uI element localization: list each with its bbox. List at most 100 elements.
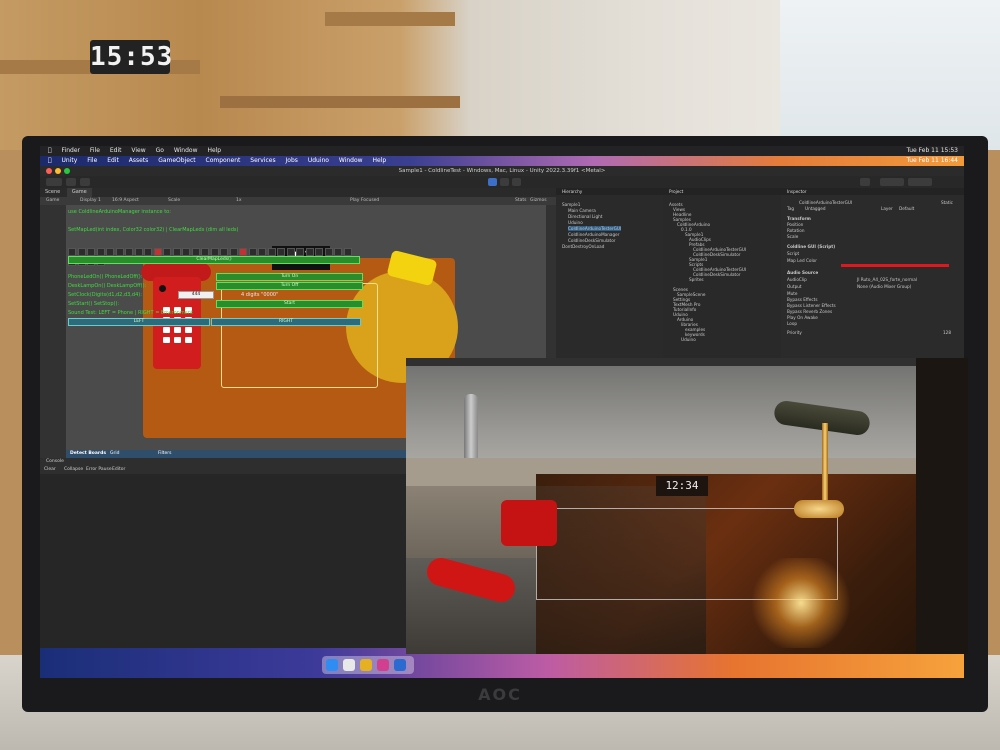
error-pause-button[interactable]: Error Pause xyxy=(86,466,112,474)
mute-toggle[interactable]: Mute xyxy=(787,291,798,296)
led-button[interactable] xyxy=(343,248,352,256)
led-button[interactable] xyxy=(144,248,152,256)
menubar-clock[interactable]: Tue Feb 11 16:44 xyxy=(906,156,958,166)
bypass-reverb-toggle[interactable]: Bypass Reverb Zones xyxy=(787,309,832,314)
led-button[interactable] xyxy=(248,248,257,256)
led-button[interactable] xyxy=(296,248,304,256)
sound-right-button[interactable]: RIGHT xyxy=(211,318,361,326)
loop-toggle[interactable]: Loop xyxy=(787,321,797,326)
project-item[interactable]: Sprites xyxy=(689,277,704,282)
led-button[interactable] xyxy=(96,248,105,256)
led-button[interactable] xyxy=(315,248,323,256)
hierarchy-item-selected[interactable]: ColdlineArduinoTesterGUI xyxy=(568,226,622,231)
hierarchy-item[interactable]: Main Camera xyxy=(568,208,596,213)
led-button[interactable] xyxy=(334,248,342,256)
app-icon[interactable] xyxy=(377,659,389,671)
menu-edit[interactable]: Edit xyxy=(110,146,122,156)
audioclip-field[interactable]: JI Ruto_A4_02S_forte_normal xyxy=(857,277,917,282)
tab-detect-boards[interactable]: Detect Boards xyxy=(70,450,106,458)
led-button[interactable] xyxy=(201,248,209,256)
collapse-button[interactable]: Collapse xyxy=(64,466,83,474)
play-focused-dropdown[interactable]: Play Focused xyxy=(350,197,379,205)
hierarchy-item[interactable]: Uduino xyxy=(568,220,583,225)
led-button[interactable] xyxy=(115,248,124,256)
priority-value[interactable]: 128 xyxy=(943,330,951,335)
led-button[interactable] xyxy=(267,248,276,256)
led-button[interactable] xyxy=(229,248,238,256)
hierarchy-item[interactable]: DontDestroyOnLoad xyxy=(562,244,604,249)
static-toggle[interactable]: Static xyxy=(941,200,953,205)
display-dropdown[interactable]: Display 1 xyxy=(80,197,101,205)
led-button[interactable] xyxy=(305,248,314,256)
project-item[interactable]: Uduino xyxy=(681,337,696,342)
aspect-dropdown[interactable]: 16:9 Aspect xyxy=(112,197,139,205)
menu-view[interactable]: View xyxy=(131,146,145,156)
menu-go[interactable]: Go xyxy=(156,146,164,156)
led-button[interactable] xyxy=(153,248,162,256)
led-button[interactable] xyxy=(182,248,190,256)
led-button[interactable] xyxy=(87,248,95,256)
led-button[interactable] xyxy=(286,248,295,256)
chrome-icon[interactable] xyxy=(360,659,372,671)
bypass-listener-toggle[interactable]: Bypass Listener Effects xyxy=(787,303,836,308)
bypass-effects-toggle[interactable]: Bypass Effects xyxy=(787,297,818,302)
phone-led-on-button[interactable]: Turn On xyxy=(216,273,363,281)
clear-button[interactable]: Clear xyxy=(44,466,56,474)
led-button[interactable] xyxy=(191,248,200,256)
output-field[interactable]: None (Audio Mixer Group) xyxy=(857,284,911,289)
maps-icon[interactable] xyxy=(394,659,406,671)
digits-input[interactable]: 444 xyxy=(178,291,214,299)
hierarchy-item[interactable]: Directional Light xyxy=(568,214,602,219)
layout-dropdown[interactable] xyxy=(908,178,932,186)
led-button[interactable] xyxy=(324,248,333,256)
led-button[interactable] xyxy=(163,248,171,256)
menu-file[interactable]: File xyxy=(90,146,100,156)
layer-dropdown[interactable]: Default xyxy=(899,206,914,211)
hierarchy-item[interactable]: Sample1 xyxy=(562,202,580,207)
tab-game[interactable]: Game xyxy=(66,188,92,197)
sound-left-button[interactable]: LEFT xyxy=(68,318,210,326)
menu-window[interactable]: Window xyxy=(174,146,198,156)
project-title[interactable]: Project xyxy=(663,188,781,195)
gizmos-button[interactable]: Gizmos xyxy=(530,197,547,205)
menu-uduino[interactable]: Uduino xyxy=(308,156,329,166)
led-button[interactable] xyxy=(172,248,181,256)
menu-assets[interactable]: Assets xyxy=(129,156,149,166)
inspector-title[interactable]: Inspector xyxy=(781,188,964,195)
led-button[interactable] xyxy=(258,248,266,256)
menu-help[interactable]: Help xyxy=(372,156,386,166)
menu-gameobject[interactable]: GameObject xyxy=(158,156,195,166)
start-button[interactable]: Start xyxy=(216,300,363,308)
led-button[interactable] xyxy=(210,248,219,256)
menu-window[interactable]: Window xyxy=(339,156,363,166)
step-button[interactable] xyxy=(512,178,521,186)
led-button[interactable] xyxy=(134,248,143,256)
tab-grid[interactable]: Grid xyxy=(110,450,119,458)
stats-button[interactable]: Stats xyxy=(515,197,527,205)
editor-dropdown[interactable]: Editor xyxy=(112,466,125,474)
account-button[interactable] xyxy=(46,178,62,186)
tab-console[interactable]: Console xyxy=(46,458,64,466)
audio-source-header[interactable]: Audio Source xyxy=(787,270,818,275)
layers-dropdown[interactable] xyxy=(880,178,904,186)
menu-unity[interactable]: Unity xyxy=(62,156,78,166)
clear-map-leds-button[interactable]: ClearMapLeds() xyxy=(68,256,360,264)
play-on-awake-toggle[interactable]: Play On Awake xyxy=(787,315,818,320)
led-button[interactable] xyxy=(125,248,133,256)
menu-file[interactable]: File xyxy=(87,156,97,166)
minimize-button[interactable] xyxy=(55,168,61,174)
menu-jobs[interactable]: Jobs xyxy=(286,156,298,166)
hierarchy-title[interactable]: Hierarchy xyxy=(556,188,663,195)
menu-finder[interactable]: Finder xyxy=(62,146,80,156)
hierarchy-item[interactable]: ColdlineDeskSimulator xyxy=(568,238,615,243)
led-button[interactable] xyxy=(77,248,86,256)
search-icon[interactable] xyxy=(860,178,870,186)
map-led-color-field[interactable] xyxy=(841,264,949,267)
transform-header[interactable]: Transform xyxy=(787,216,811,221)
pause-button[interactable] xyxy=(500,178,509,186)
scale-value[interactable]: 1x xyxy=(236,197,242,205)
tab-scene[interactable]: Scene xyxy=(40,188,65,197)
close-button[interactable] xyxy=(46,168,52,174)
launchpad-icon[interactable] xyxy=(343,659,355,671)
apple-icon[interactable]:  xyxy=(48,146,52,156)
